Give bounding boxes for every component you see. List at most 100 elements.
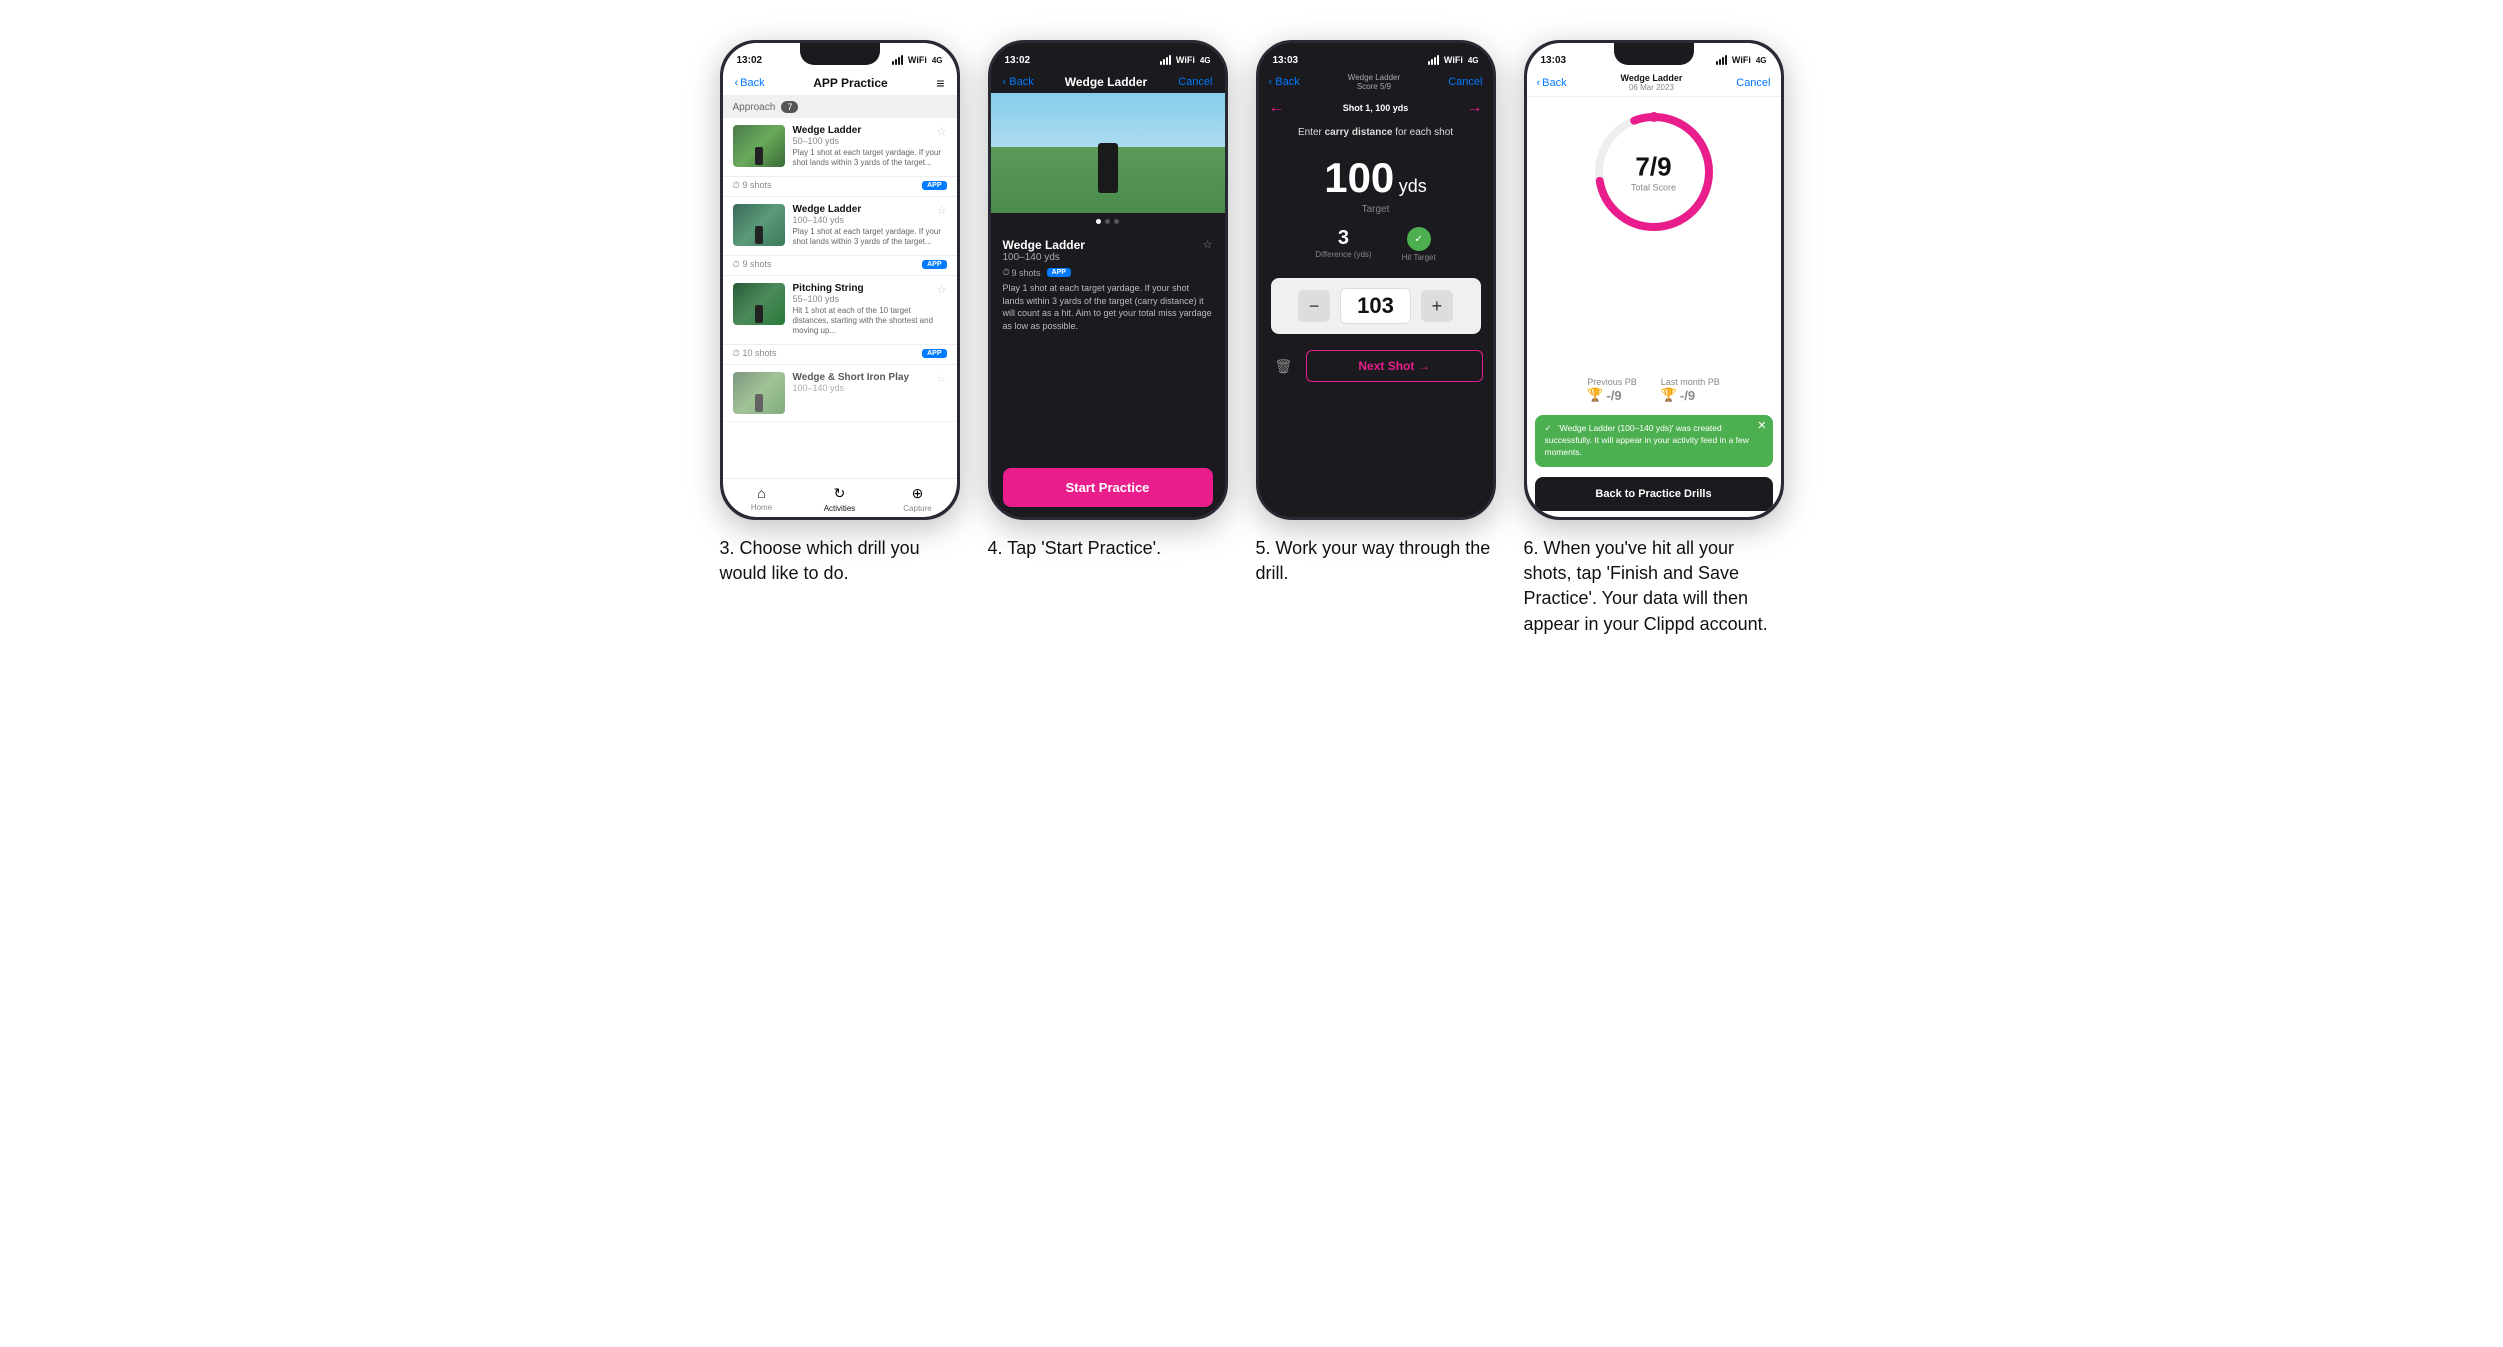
- approach-label: Approach: [733, 102, 776, 113]
- nav-title-2: Wedge Ladder: [1065, 75, 1147, 89]
- signal-icon-1: [892, 55, 903, 65]
- back-button-3[interactable]: ‹ Back: [1269, 76, 1300, 88]
- drill-name-1: Wedge Ladder: [793, 125, 862, 136]
- distance-input[interactable]: 103: [1340, 288, 1411, 324]
- signal-icon-4: [1716, 55, 1727, 65]
- nav-bar-3: ‹ Back Wedge Ladder Score 5/9 Cancel: [1259, 71, 1493, 95]
- trophy-icon-last: 🏆: [1661, 387, 1677, 403]
- back-practice-button[interactable]: Back to Practice Drills: [1535, 477, 1773, 511]
- drill-info-4: Wedge & Short Iron Play 100–140 yds ☆: [793, 372, 947, 393]
- phone-screen-1: 13:02 WiFi 4G ‹: [723, 43, 957, 517]
- list-item[interactable]: Wedge & Short Iron Play 100–140 yds ☆: [723, 365, 957, 422]
- list-item[interactable]: Wedge Ladder 50–100 yds ☆ Play 1 shot at…: [723, 118, 957, 197]
- status-icons-3: WiFi 4G: [1428, 55, 1479, 65]
- app-badge-2: APP: [922, 260, 946, 269]
- battery-4: 4G: [1756, 56, 1767, 65]
- drill-range-4: 100–140 yds: [793, 383, 910, 393]
- lastmonth-pb-value: 🏆 -/9: [1661, 387, 1720, 403]
- tab-capture-label: Capture: [903, 504, 931, 513]
- bookmark-icon-1[interactable]: ☆: [937, 125, 947, 138]
- phone-section-2: 13:02 WiFi 4G ‹: [988, 40, 1228, 561]
- bookmark-icon-2[interactable]: ☆: [937, 204, 947, 217]
- difference-value: 3: [1315, 227, 1371, 250]
- image-dots: [991, 213, 1225, 230]
- previous-pb-value: 🏆 -/9: [1587, 387, 1637, 403]
- nav-bar-4: ‹ Back Wedge Ladder 06 Mar 2023 Cancel: [1527, 71, 1781, 97]
- hit-target-circle: ✓: [1407, 227, 1431, 251]
- nav-subtitle-4: Wedge Ladder: [1621, 73, 1683, 83]
- input-row: − 103 +: [1271, 278, 1481, 334]
- drill-thumb-3: [733, 283, 785, 325]
- tab-home[interactable]: ⌂ Home: [723, 485, 801, 513]
- chevron-left-icon-3: ‹: [1269, 76, 1273, 88]
- dot-3: [1114, 219, 1119, 224]
- difference-metric: 3 Difference (yds): [1315, 227, 1371, 262]
- clock-icon-1: ⏱: [733, 180, 740, 191]
- next-shot-nav-button[interactable]: →: [1467, 99, 1483, 117]
- time-4: 13:03: [1541, 55, 1567, 66]
- nav-title-1: APP Practice: [813, 76, 888, 90]
- decrement-button[interactable]: −: [1298, 290, 1330, 322]
- drill-thumb-1: [733, 125, 785, 167]
- bookmark-icon-detail[interactable]: ☆: [1203, 238, 1213, 251]
- increment-button[interactable]: +: [1421, 290, 1453, 322]
- toast-close-button[interactable]: ✕: [1757, 419, 1766, 434]
- shots-label-2: ⏱ 9 shots: [733, 259, 772, 270]
- phone-frame-3: 13:03 WiFi 4G ‹: [1256, 40, 1496, 520]
- bookmark-icon-3[interactable]: ☆: [937, 283, 947, 296]
- shots-label-1: ⏱ 9 shots: [733, 180, 772, 191]
- back-button-1[interactable]: ‹ Back: [735, 77, 765, 89]
- hit-target-metric: ✓ Hit Target: [1402, 227, 1436, 262]
- menu-icon-1[interactable]: ≡: [936, 75, 944, 91]
- drill-info-1: Wedge Ladder 50–100 yds ☆ Play 1 shot at…: [793, 125, 947, 169]
- time-2: 13:02: [1005, 55, 1031, 66]
- phone-screen-4: 13:03 WiFi 4G ‹: [1527, 43, 1781, 517]
- golf-image-2: [991, 93, 1225, 213]
- prev-shot-button[interactable]: ←: [1269, 99, 1285, 117]
- shot-info: Shot 1, 100 yds: [1343, 103, 1409, 113]
- pb-row: Previous PB 🏆 -/9 Last month PB 🏆 -/9: [1527, 369, 1781, 411]
- shot-actions: 🗑 Next Shot →: [1259, 342, 1493, 390]
- score-label: Total Score: [1631, 183, 1676, 193]
- drill-thumb-2: [733, 204, 785, 246]
- drill-name-3: Pitching String: [793, 283, 864, 294]
- previous-pb-label: Previous PB: [1587, 377, 1637, 387]
- delete-button[interactable]: 🗑: [1269, 352, 1299, 381]
- tab-capture[interactable]: ⊕ Capture: [879, 485, 957, 513]
- detail-meta: ⏱ 9 shots APP: [1003, 267, 1213, 278]
- list-item[interactable]: Pitching String 55–100 yds ☆ Hit 1 shot …: [723, 276, 957, 365]
- clock-icon-3: ⏱: [733, 348, 740, 359]
- target-unit: yds: [1399, 176, 1427, 196]
- capture-icon: ⊕: [912, 485, 924, 502]
- dot-2: [1105, 219, 1110, 224]
- time-1: 13:02: [737, 55, 763, 66]
- back-button-2[interactable]: ‹ Back: [1003, 76, 1034, 88]
- target-label: Target: [1259, 204, 1493, 215]
- cancel-button-2[interactable]: Cancel: [1178, 76, 1212, 88]
- back-button-4[interactable]: ‹ Back: [1537, 77, 1567, 89]
- nav-center-3: Wedge Ladder Score 5/9: [1348, 73, 1400, 91]
- app-badge-3: APP: [922, 349, 946, 358]
- drill-thumb-4: [733, 372, 785, 414]
- start-practice-button[interactable]: Start Practice: [1003, 468, 1213, 507]
- list-item[interactable]: Wedge Ladder 100–140 yds ☆ Play 1 shot a…: [723, 197, 957, 276]
- status-icons-1: WiFi 4G: [892, 55, 943, 65]
- success-toast: ✓ 'Wedge Ladder (100–140 yds)' was creat…: [1535, 415, 1773, 467]
- shot-label: Shot 1, 100 yds: [1343, 103, 1409, 113]
- phone-screen-2: 13:02 WiFi 4G ‹: [991, 43, 1225, 517]
- battery-3: 4G: [1468, 56, 1479, 65]
- drill-info-3: Pitching String 55–100 yds ☆ Hit 1 shot …: [793, 283, 947, 337]
- next-shot-button[interactable]: Next Shot →: [1306, 350, 1482, 382]
- nav-date-4: 06 Mar 2023: [1629, 83, 1674, 92]
- phone-notch-3: [1336, 43, 1416, 65]
- signal-icon-3: [1428, 55, 1439, 65]
- next-shot-label: Next Shot: [1358, 359, 1414, 373]
- shot-nav: ← Shot 1, 100 yds →: [1259, 95, 1493, 121]
- tab-activities[interactable]: ↻ Activities: [801, 485, 879, 513]
- hit-target-label: Hit Target: [1402, 253, 1436, 262]
- cancel-button-3[interactable]: Cancel: [1448, 76, 1482, 88]
- detail-name: Wedge Ladder: [1003, 238, 1085, 252]
- bookmark-icon-4[interactable]: ☆: [937, 372, 947, 385]
- cancel-button-4[interactable]: Cancel: [1736, 77, 1770, 89]
- tab-activities-label: Activities: [824, 504, 856, 513]
